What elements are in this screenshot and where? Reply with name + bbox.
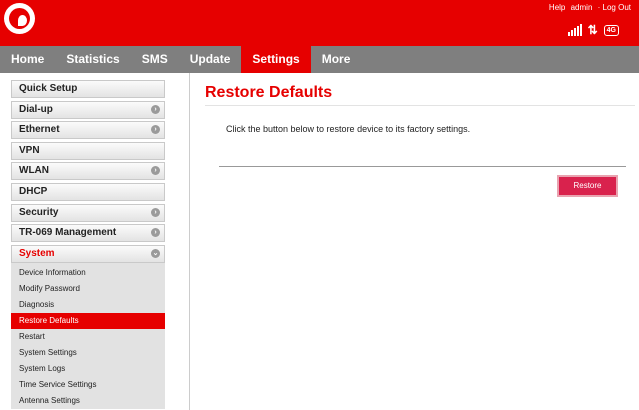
sidebar-item-label: System	[19, 247, 55, 259]
submenu-diagnosis[interactable]: Diagnosis	[11, 297, 165, 313]
nav-update[interactable]: Update	[179, 46, 242, 73]
sidebar-item-security[interactable]: Security ›	[11, 203, 165, 222]
chevron-down-icon: ⌄	[151, 248, 160, 258]
system-submenu: Device Information Modify Password Diagn…	[11, 262, 165, 409]
sidebar-item-system[interactable]: System ⌄	[11, 244, 165, 263]
status-icons: ⇅ 4G	[567, 22, 619, 37]
submenu-restart[interactable]: Restart	[11, 329, 165, 345]
sidebar-item-label: Ethernet	[19, 124, 60, 136]
sidebar-item-quick-setup[interactable]: Quick Setup	[11, 80, 165, 98]
restore-description: Click the button below to restore device…	[226, 124, 471, 134]
submenu-system-settings[interactable]: System Settings	[11, 345, 165, 361]
user-name: admin	[570, 3, 593, 12]
data-transfer-icon: ⇅	[587, 23, 598, 37]
help-link[interactable]: Help	[549, 3, 565, 12]
header-bar: Help admin · Log Out ⇅ 4G	[0, 0, 639, 46]
sidebar-item-label: Quick Setup	[19, 83, 78, 94]
nav-settings[interactable]: Settings	[241, 46, 311, 73]
chevron-right-icon: ›	[151, 104, 160, 114]
nav-sms[interactable]: SMS	[131, 46, 179, 73]
sidebar-item-label: WLAN	[19, 165, 49, 177]
sidebar-item-dhcp[interactable]: DHCP	[11, 182, 165, 201]
sidebar-item-tr069[interactable]: TR-069 Management ›	[11, 224, 165, 243]
sidebar-item-label: Security	[19, 206, 59, 218]
sidebar-item-vpn[interactable]: VPN	[11, 141, 165, 160]
sidebar-item-label: DHCP	[19, 185, 48, 197]
sidebar-item-ethernet[interactable]: Ethernet ›	[11, 121, 165, 140]
vodafone-logo	[4, 3, 35, 34]
chevron-right-icon: ›	[151, 125, 160, 135]
network-type-icon: 4G	[603, 25, 619, 36]
chevron-right-icon: ›	[151, 228, 160, 238]
main-content: Restore Defaults Click the button below …	[205, 84, 635, 197]
sidebar: Quick Setup Dial-up › Ethernet › VPN WLAN ›…	[0, 73, 190, 410]
submenu-antenna-settings[interactable]: Antenna Settings	[11, 393, 165, 409]
nav-statistics[interactable]: Statistics	[55, 46, 130, 73]
page-title: Restore Defaults	[205, 84, 635, 106]
divider	[219, 166, 626, 167]
sidebar-item-wlan[interactable]: WLAN ›	[11, 162, 165, 181]
main-nav: Home Statistics SMS Update Settings More	[0, 46, 639, 73]
submenu-time-service-settings[interactable]: Time Service Settings	[11, 377, 165, 393]
submenu-system-logs[interactable]: System Logs	[11, 361, 165, 377]
nav-home[interactable]: Home	[0, 46, 55, 73]
restore-button-label: Restore	[559, 177, 616, 195]
logout-link[interactable]: · Log Out	[598, 3, 631, 12]
restore-button[interactable]: Restore	[557, 175, 618, 197]
submenu-device-information[interactable]: Device Information	[11, 265, 165, 281]
sidebar-item-label: Dial-up	[19, 103, 53, 115]
sidebar-item-label: VPN	[19, 144, 40, 156]
top-links: Help admin · Log Out	[546, 3, 631, 12]
settings-menu: Quick Setup Dial-up › Ethernet › VPN WLAN ›…	[11, 80, 165, 409]
chevron-right-icon: ›	[151, 166, 160, 176]
submenu-modify-password[interactable]: Modify Password	[11, 281, 165, 297]
chevron-right-icon: ›	[151, 207, 160, 217]
nav-more[interactable]: More	[311, 46, 362, 73]
submenu-restore-defaults[interactable]: Restore Defaults	[11, 312, 165, 329]
sidebar-item-label: TR-069 Management	[19, 227, 117, 239]
signal-strength-icon	[567, 24, 582, 36]
sidebar-item-dial-up[interactable]: Dial-up ›	[11, 100, 165, 119]
